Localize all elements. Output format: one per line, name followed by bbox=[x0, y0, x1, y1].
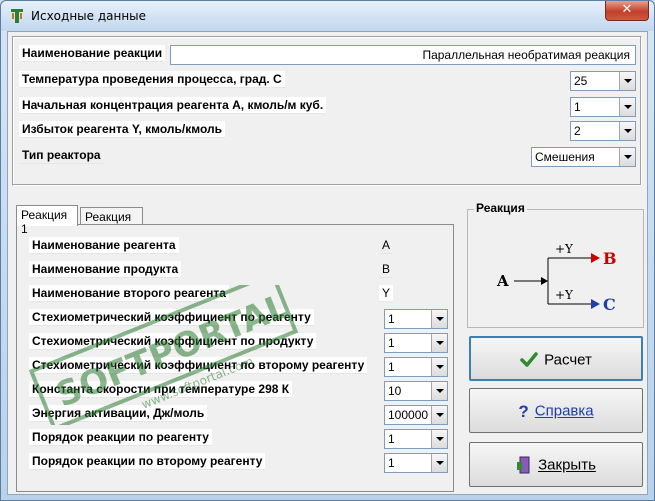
general-parameters-group: Наименование реакции Параллельная необра… bbox=[12, 36, 642, 186]
reactor-type-value: Смешения bbox=[535, 150, 595, 164]
calculate-button-label: Расчет bbox=[544, 351, 592, 369]
second-reagent-value: Y bbox=[379, 285, 394, 302]
activation-energy-label: Энергия активации, Дж/моль bbox=[29, 405, 208, 422]
reagent-name-value: A bbox=[379, 237, 394, 254]
chevron-down-icon[interactable] bbox=[619, 148, 635, 166]
arrow-to-b-head bbox=[591, 253, 600, 263]
rate-constant-value: 10 bbox=[388, 384, 402, 398]
plus-y-top-text: +Y bbox=[555, 242, 574, 256]
order-second-reagent-select[interactable]: 1 bbox=[384, 453, 448, 473]
concentration-select[interactable]: 1 bbox=[570, 97, 636, 117]
plus-y-bottom-text: +Y bbox=[555, 288, 574, 302]
help-button[interactable]: ? Справка bbox=[469, 388, 643, 433]
window-title: Исходные данные bbox=[31, 9, 147, 23]
checkmark-icon bbox=[520, 352, 538, 367]
order-reagent-value: 1 bbox=[388, 432, 395, 446]
stoich-product-label: Стехиометрический коэффициент по продукт… bbox=[29, 333, 317, 350]
app-icon bbox=[11, 9, 23, 23]
reactor-type-select[interactable]: Смешения bbox=[531, 147, 636, 167]
client-area: Наименование реакции Параллельная необра… bbox=[7, 31, 648, 495]
product-c-text: C bbox=[603, 295, 616, 314]
product-b-text: B bbox=[603, 249, 617, 268]
reagent-name-label: Наименование реагента bbox=[29, 237, 179, 254]
chevron-down-icon[interactable] bbox=[431, 430, 447, 448]
stoich-second-reagent-select[interactable]: 1 bbox=[384, 357, 448, 377]
temperature-label: Температура проведения процесса, град. С bbox=[19, 71, 285, 88]
excess-value: 2 bbox=[574, 124, 581, 138]
close-button-label: Закрыть bbox=[538, 456, 596, 474]
arrow-to-c-head bbox=[591, 299, 600, 309]
title-bar[interactable]: Исходные данные ✕ bbox=[1, 1, 654, 31]
stoich-second-reagent-label: Стехиометрический коэффициент по второму… bbox=[29, 357, 368, 374]
reactor-type-label: Тип реактора bbox=[19, 147, 104, 164]
chevron-down-icon[interactable] bbox=[431, 382, 447, 400]
order-second-reagent-label: Порядок реакции по второму реагенту bbox=[29, 453, 266, 470]
stoich-reagent-select[interactable]: 1 bbox=[384, 309, 448, 329]
softportal-watermark: SOFT PORTAL www.softportal.com bbox=[28, 285, 299, 425]
temperature-value: 25 bbox=[574, 74, 588, 88]
chevron-down-icon[interactable] bbox=[431, 310, 447, 328]
reaction-name-label: Наименование реакции bbox=[19, 45, 166, 62]
question-icon: ? bbox=[518, 401, 529, 421]
calculate-button[interactable]: Расчет bbox=[469, 336, 643, 381]
stoich-product-value: 1 bbox=[388, 336, 395, 350]
product-name-value: B bbox=[379, 261, 394, 278]
reaction-name-field[interactable]: Параллельная необратимая реакция bbox=[170, 45, 636, 65]
chevron-down-icon[interactable] bbox=[619, 122, 635, 140]
excess-select[interactable]: 2 bbox=[570, 121, 636, 141]
chevron-down-icon[interactable] bbox=[431, 358, 447, 376]
stoich-reagent-label: Стехиометрический коэффициент по реагент… bbox=[29, 309, 314, 326]
window-close-button[interactable]: ✕ bbox=[605, 1, 649, 21]
reaction-1-panel: Наименование реагента A Наименование про… bbox=[16, 224, 454, 492]
temperature-select[interactable]: 25 bbox=[570, 71, 636, 91]
reaction-scheme-group: Реакция A +Y +Y B C bbox=[467, 201, 644, 328]
order-reagent-select[interactable]: 1 bbox=[384, 429, 448, 449]
rate-constant-label: Константа скорости при температуре 298 К bbox=[29, 381, 293, 398]
stoich-reagent-value: 1 bbox=[388, 312, 395, 326]
chevron-down-icon[interactable] bbox=[431, 454, 447, 472]
concentration-value: 1 bbox=[574, 100, 581, 114]
order-reagent-label: Порядок реакции по реагенту bbox=[29, 429, 212, 446]
concentration-label: Начальная концентрация реагента А, кмоль… bbox=[19, 97, 327, 114]
tab-reaction-1[interactable]: Реакция 1 bbox=[16, 205, 78, 236]
reactant-a-text: A bbox=[496, 272, 509, 290]
close-button[interactable]: Закрыть bbox=[469, 442, 643, 487]
chevron-down-icon[interactable] bbox=[619, 72, 635, 90]
activation-energy-select[interactable]: 100000 bbox=[384, 405, 448, 425]
chevron-down-icon[interactable] bbox=[619, 98, 635, 116]
stoich-product-select[interactable]: 1 bbox=[384, 333, 448, 353]
chevron-down-icon[interactable] bbox=[431, 406, 447, 424]
product-name-label: Наименование продукта bbox=[29, 261, 182, 278]
help-button-label: Справка bbox=[534, 402, 594, 420]
reaction-scheme-title: Реакция bbox=[474, 201, 527, 215]
activation-energy-value: 100000 bbox=[388, 408, 429, 422]
app-window: Исходные данные ✕ Наименование реакции П… bbox=[0, 0, 655, 501]
door-exit-icon bbox=[517, 456, 530, 474]
stoich-second-reagent-value: 1 bbox=[388, 360, 395, 374]
close-icon: ✕ bbox=[621, 2, 633, 17]
excess-label: Избыток реагента Y, кмоль/кмоль bbox=[19, 121, 226, 138]
order-second-reagent-value: 1 bbox=[388, 456, 395, 470]
chevron-down-icon[interactable] bbox=[431, 334, 447, 352]
rate-constant-select[interactable]: 10 bbox=[384, 381, 448, 401]
reaction-scheme-diagram: A +Y +Y B C bbox=[496, 242, 617, 314]
second-reagent-label: Наименование второго реагента bbox=[29, 285, 229, 302]
